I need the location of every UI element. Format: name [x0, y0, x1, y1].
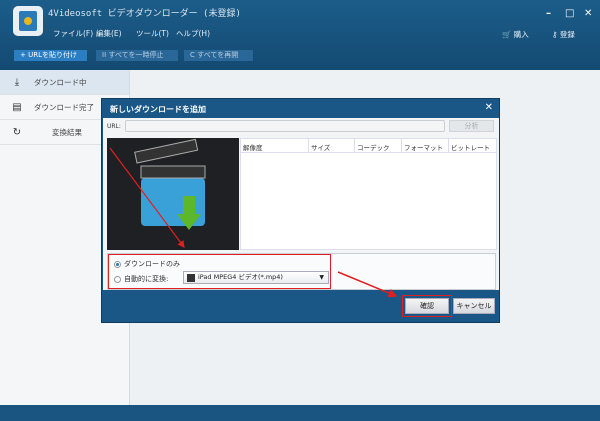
arrow-to-ok	[337, 271, 398, 298]
annotation-arrows	[109, 147, 398, 298]
arrow-to-options	[109, 147, 185, 248]
